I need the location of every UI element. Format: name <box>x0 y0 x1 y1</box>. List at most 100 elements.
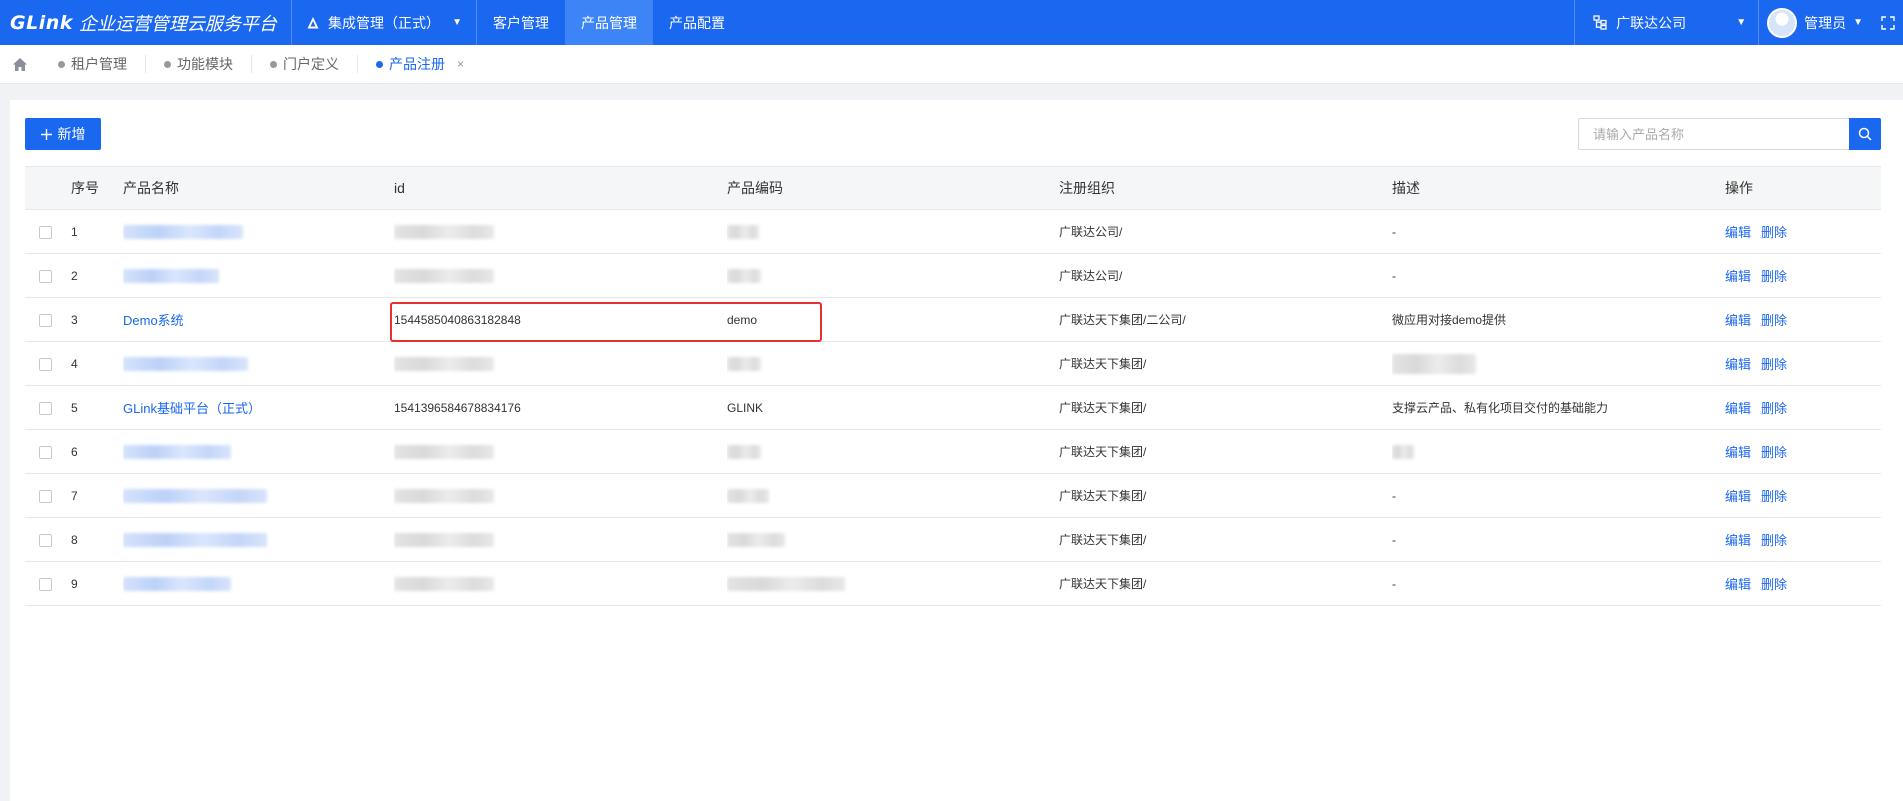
brand[interactable]: GLink 企业运营管理云服务平台 <box>0 0 292 45</box>
delete-link[interactable]: 删除 <box>1761 269 1787 284</box>
row-checkbox-cell <box>25 517 71 562</box>
row-checkbox[interactable] <box>39 577 52 591</box>
product-name-cell[interactable]: GLink基础平台（正式） <box>123 385 394 430</box>
delete-link[interactable]: 删除 <box>1761 533 1787 548</box>
code-cell <box>727 253 1059 298</box>
delete-link[interactable]: 删除 <box>1761 401 1787 416</box>
delete-link[interactable]: 删除 <box>1761 445 1787 460</box>
tab-function-modules[interactable]: 功能模块 <box>146 55 252 73</box>
redacted-id <box>394 444 494 459</box>
content-card: 新增 序号 产品名称 id 产品编码 注册组织 描述 操作 <box>10 100 1903 801</box>
edit-link[interactable]: 编辑 <box>1725 533 1751 548</box>
row-checkbox[interactable] <box>39 533 52 547</box>
row-checkbox[interactable] <box>39 445 52 459</box>
column-header: id <box>394 166 727 210</box>
company-select[interactable]: 广联达公司 ▼ <box>1574 0 1758 45</box>
code-cell: demo <box>727 297 1059 342</box>
user-menu[interactable]: 管理员 ▼ <box>1758 0 1873 45</box>
product-name-cell[interactable] <box>123 429 394 474</box>
header-checkbox-cell <box>25 166 71 210</box>
tab-portal-definition[interactable]: 门户定义 <box>252 55 358 73</box>
column-header: 描述 <box>1392 166 1725 210</box>
product-name-cell[interactable] <box>123 209 394 254</box>
company-label: 广联达公司 <box>1616 14 1687 31</box>
actions-cell: 编辑 删除 <box>1725 341 1881 386</box>
chevron-down-icon: ▼ <box>1736 17 1747 28</box>
delete-link[interactable]: 删除 <box>1761 357 1787 372</box>
code-cell <box>727 429 1059 474</box>
product-name-cell[interactable] <box>123 517 394 562</box>
row-checkbox[interactable] <box>39 401 52 415</box>
search-input[interactable] <box>1578 118 1849 150</box>
desc-cell <box>1392 429 1725 474</box>
add-button[interactable]: 新增 <box>25 118 101 150</box>
id-cell <box>394 561 727 606</box>
row-checkbox[interactable] <box>39 357 52 371</box>
redacted-code <box>727 224 759 239</box>
row-checkbox[interactable] <box>39 269 52 283</box>
edit-link[interactable]: 编辑 <box>1725 225 1751 240</box>
tab-label: 租户管理 <box>71 56 127 72</box>
edit-link[interactable]: 编辑 <box>1725 401 1751 416</box>
tab-product-registration[interactable]: 产品注册 × <box>358 55 482 73</box>
tab-dot-icon <box>270 60 277 68</box>
edit-link[interactable]: 编辑 <box>1725 577 1751 592</box>
edit-link[interactable]: 编辑 <box>1725 357 1751 372</box>
desc-cell: - <box>1392 209 1725 254</box>
org-cell: 广联达天下集团/ <box>1059 385 1392 430</box>
id-cell <box>394 473 727 518</box>
edit-link[interactable]: 编辑 <box>1725 313 1751 328</box>
row-checkbox[interactable] <box>39 313 52 327</box>
redacted-code <box>727 488 769 503</box>
product-name-cell[interactable] <box>123 473 394 518</box>
nav-item-customer[interactable]: 客户管理 <box>477 0 565 45</box>
edit-link[interactable]: 编辑 <box>1725 445 1751 460</box>
product-name-cell[interactable] <box>123 341 394 386</box>
id-cell <box>394 517 727 562</box>
table-row: 2 广联达公司/ - 编辑 删除 <box>25 253 1881 298</box>
search-button[interactable] <box>1849 118 1881 150</box>
nav-item-product-config[interactable]: 产品配置 <box>653 0 741 45</box>
code-cell <box>727 341 1059 386</box>
product-name-cell[interactable]: Demo系统 <box>123 297 394 342</box>
fullscreen-button[interactable] <box>1873 0 1903 45</box>
row-index: 2 <box>71 253 123 298</box>
product-name-cell[interactable] <box>123 561 394 606</box>
delete-link[interactable]: 删除 <box>1761 225 1787 240</box>
table-row: 6 广联达天下集团/ 编辑 删除 <box>25 429 1881 474</box>
close-icon[interactable]: × <box>457 57 464 71</box>
system-select-label: 集成管理（正式） <box>328 14 440 31</box>
product-name-link[interactable]: GLink基础平台（正式） <box>123 401 261 416</box>
product-name-link[interactable]: Demo系统 <box>123 313 184 328</box>
delete-link[interactable]: 删除 <box>1761 313 1787 328</box>
nav-item-product-management[interactable]: 产品管理 <box>565 0 653 45</box>
org-cell: 广联达天下集团/二公司/ <box>1059 297 1392 342</box>
row-checkbox[interactable] <box>39 225 52 239</box>
tab-dot-icon <box>376 60 383 68</box>
redacted-product-name <box>123 444 231 459</box>
desc-cell: - <box>1392 561 1725 606</box>
code-cell: GLINK <box>727 385 1059 430</box>
delete-link[interactable]: 删除 <box>1761 489 1787 504</box>
user-name: 管理员 <box>1804 14 1847 31</box>
org-cell: 广联达天下集团/ <box>1059 517 1392 562</box>
column-header: 注册组织 <box>1059 166 1392 210</box>
plus-icon <box>40 128 52 140</box>
system-select[interactable]: 集成管理（正式） ▼ <box>292 0 477 45</box>
edit-link[interactable]: 编辑 <box>1725 269 1751 284</box>
home-button[interactable] <box>0 57 40 72</box>
row-index: 8 <box>71 517 123 562</box>
redacted-desc <box>1392 444 1414 459</box>
column-header: 产品编码 <box>727 166 1059 210</box>
row-checkbox[interactable] <box>39 489 52 503</box>
add-button-label: 新增 <box>57 126 86 142</box>
id-cell <box>394 253 727 298</box>
delete-link[interactable]: 删除 <box>1761 577 1787 592</box>
tab-tenant-management[interactable]: 租户管理 <box>40 55 146 73</box>
actions-cell: 编辑 删除 <box>1725 517 1881 562</box>
edit-link[interactable]: 编辑 <box>1725 489 1751 504</box>
org-cell: 广联达天下集团/ <box>1059 561 1392 606</box>
tab-label: 产品注册 <box>389 56 445 72</box>
product-name-cell[interactable] <box>123 253 394 298</box>
id-cell: 1541396584678834176 <box>394 385 727 430</box>
